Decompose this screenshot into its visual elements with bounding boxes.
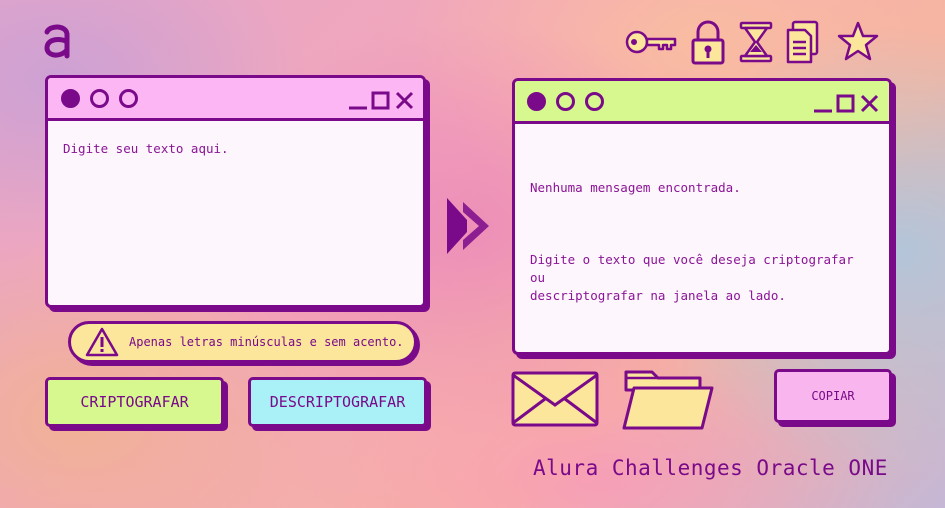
warning-banner: Apenas letras minúsculas e sem acento. (68, 321, 417, 363)
warning-text: Apenas letras minúsculas e sem acento. (129, 335, 404, 349)
input-window-titlebar (48, 78, 423, 121)
star-icon (837, 20, 879, 66)
folder-icon (620, 368, 716, 434)
key-icon (625, 28, 677, 60)
input-window (45, 75, 426, 308)
window-dot (585, 92, 604, 111)
window-dot-filled (527, 92, 546, 111)
window-controls (814, 94, 879, 113)
text-input[interactable] (48, 121, 423, 301)
window-controls (349, 91, 414, 110)
window-dot (90, 89, 109, 108)
output-window-titlebar (515, 81, 889, 124)
document-icon (785, 20, 821, 68)
output-area: Nenhuma mensagem encontrada. Digite o te… (515, 124, 889, 352)
warning-icon (85, 327, 119, 357)
hourglass-icon (739, 21, 773, 67)
envelope-icon (511, 371, 599, 431)
encrypt-button[interactable]: CRIPTOGRAFAR (45, 377, 224, 427)
alura-logo (42, 20, 72, 60)
footer-text: Alura Challenges Oracle ONE (533, 456, 888, 480)
empty-title: Nenhuma mensagem encontrada. (530, 180, 741, 195)
window-dot-filled (61, 89, 80, 108)
empty-message: Digite o texto que você deseja criptogra… (530, 252, 854, 303)
decrypt-button[interactable]: DESCRIPTOGRAFAR (248, 377, 427, 427)
output-window: Nenhuma mensagem encontrada. Digite o te… (512, 78, 892, 355)
arrow-right-icon (445, 196, 493, 260)
window-dot (119, 89, 138, 108)
padlock-icon (690, 20, 726, 70)
window-dot (556, 92, 575, 111)
copy-button[interactable]: COPIAR (774, 369, 892, 423)
